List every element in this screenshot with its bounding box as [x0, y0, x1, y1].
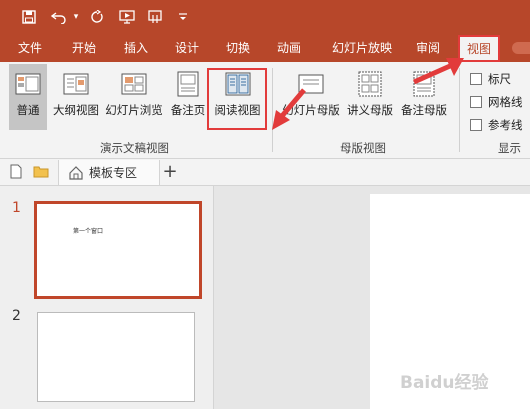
slide-title-text: 第一个窗口 [73, 228, 104, 235]
tab-design[interactable]: 设计 [167, 34, 207, 62]
group-label-master-views: 母版视图 [340, 141, 386, 155]
checkbox-box [470, 73, 482, 85]
group-label-show: 显示 [498, 141, 521, 155]
handout-master-button[interactable]: 讲义母版 [344, 64, 396, 130]
normal-view-icon [15, 73, 41, 95]
slide-number: 2 [12, 308, 21, 324]
reading-view-highlight [207, 68, 267, 130]
tab-home[interactable]: 开始 [64, 34, 104, 62]
tab-slideshow[interactable]: 幻灯片放映 [322, 34, 402, 62]
outline-view-button[interactable]: 大纲视图 [52, 64, 100, 130]
guides-checkbox[interactable]: 参考线 [470, 117, 523, 133]
group-label-presentation-views: 演示文稿视图 [100, 141, 169, 155]
ruler-label: 标尺 [488, 72, 511, 86]
outline-view-label: 大纲视图 [53, 103, 99, 117]
tab-animations[interactable]: 动画 [269, 34, 309, 62]
tab-insert[interactable]: 插入 [116, 34, 156, 62]
handout-master-icon [358, 71, 382, 97]
add-tab-button[interactable]: + [160, 160, 180, 185]
outline-view-icon [63, 73, 89, 95]
watermark: Baidu经验 [400, 373, 489, 393]
notes-page-icon [177, 71, 199, 97]
home-icon [69, 165, 83, 180]
normal-view-label: 普通 [16, 103, 40, 117]
undo-icon[interactable] [48, 0, 70, 34]
pointer-arrow-view-tab [412, 58, 464, 85]
new-file-icon[interactable] [10, 164, 22, 182]
normal-view-button[interactable]: 普通 [9, 64, 47, 130]
save-icon[interactable] [18, 0, 40, 34]
guides-label: 参考线 [488, 118, 523, 132]
gridlines-label: 网格线 [488, 95, 523, 109]
notes-page-label: 备注页 [170, 103, 206, 117]
present-from-start-icon[interactable] [116, 0, 138, 34]
touch-mode-icon[interactable] [144, 0, 166, 34]
checkbox-box [470, 96, 482, 108]
tab-file[interactable]: 文件 [10, 34, 50, 62]
slide-sorter-button[interactable]: 幻灯片浏览 [103, 64, 165, 130]
ruler-checkbox[interactable]: 标尺 [470, 71, 511, 87]
notes-master-label: 备注母版 [401, 103, 447, 117]
notes-page-button[interactable]: 备注页 [168, 64, 208, 130]
slide-thumbnail[interactable] [37, 312, 195, 402]
account-avatar [512, 42, 530, 54]
undo-dropdown-icon[interactable]: ▾ [70, 0, 82, 34]
checkbox-box [470, 119, 482, 131]
template-tab-label: 模板专区 [89, 166, 138, 180]
slide-sorter-icon [121, 73, 147, 95]
pointer-arrow-reading-view [272, 88, 306, 130]
slide-number: 1 [12, 200, 21, 216]
template-tab[interactable]: 模板专区 [58, 160, 160, 185]
slide-sorter-label: 幻灯片浏览 [105, 103, 163, 117]
tab-transitions[interactable]: 切换 [218, 34, 258, 62]
redo-icon[interactable] [86, 0, 108, 34]
folder-icon[interactable] [33, 165, 49, 181]
slide-thumbnail[interactable]: 第一个窗口 [34, 201, 202, 299]
handout-master-label: 讲义母版 [347, 103, 393, 117]
customize-toolbar-icon[interactable] [174, 0, 192, 34]
gridlines-checkbox[interactable]: 网格线 [470, 94, 523, 110]
